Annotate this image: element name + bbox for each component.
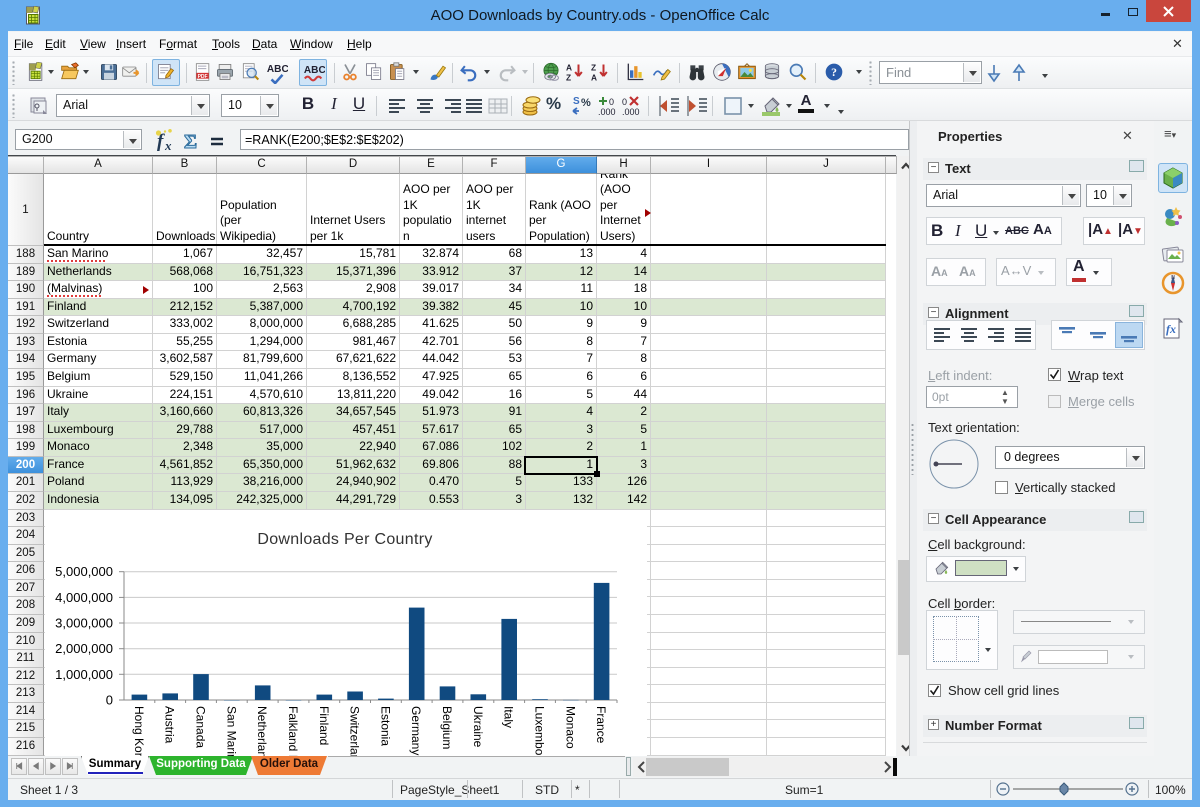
- svg-text:Canada: Canada: [194, 706, 208, 748]
- svg-text:Ukraine: Ukraine: [471, 706, 485, 748]
- svg-text:1,000,000: 1,000,000: [55, 667, 113, 682]
- svg-text:S: S: [573, 96, 580, 107]
- svg-text:Finland: Finland: [317, 706, 331, 745]
- svg-text:0: 0: [106, 693, 113, 708]
- svg-text:4,000,000: 4,000,000: [55, 590, 113, 605]
- svg-text:Falkland Islands: Falkland Islands: [286, 706, 300, 756]
- svg-text:Belgium: Belgium: [440, 706, 454, 749]
- svg-text:A: A: [591, 72, 597, 82]
- svg-text:Estonia: Estonia: [378, 706, 392, 746]
- svg-text:Germany: Germany: [409, 706, 423, 755]
- svg-text:Z: Z: [591, 62, 596, 72]
- svg-text:PDF: PDF: [198, 74, 208, 80]
- svg-text:Z: Z: [566, 72, 571, 82]
- svg-text:Netherlands: Netherlands: [255, 706, 269, 756]
- svg-text:N: N: [1171, 275, 1175, 281]
- svg-text:Σ: Σ: [184, 131, 197, 152]
- svg-text:3,000,000: 3,000,000: [55, 616, 113, 631]
- svg-text:Luxembourg: Luxembourg: [533, 706, 547, 756]
- svg-text:f: f: [157, 131, 165, 152]
- svg-text:Austria: Austria: [163, 706, 177, 744]
- svg-text:2,000,000: 2,000,000: [55, 641, 113, 656]
- svg-text:5,000,000: 5,000,000: [55, 564, 113, 579]
- svg-text:Italy: Italy: [502, 706, 516, 728]
- svg-text:.000: .000: [598, 107, 616, 117]
- svg-text:Monaco: Monaco: [563, 706, 577, 749]
- svg-text:Hong Kong: Hong Kong: [132, 706, 146, 756]
- svg-text:fx: fx: [1166, 322, 1176, 336]
- svg-text:ABC: ABC: [267, 64, 288, 75]
- svg-text:San Marino: San Marino: [224, 706, 238, 756]
- svg-text:A: A: [566, 62, 572, 72]
- svg-text:?: ?: [831, 66, 837, 79]
- svg-text:Switzerland: Switzerland: [348, 706, 362, 756]
- svg-text:ABC: ABC: [304, 65, 325, 76]
- svg-text:0: 0: [622, 97, 627, 107]
- svg-text:France: France: [594, 706, 608, 744]
- svg-text:0: 0: [609, 97, 614, 107]
- svg-text:%: %: [581, 97, 591, 109]
- svg-text:x: x: [164, 138, 172, 152]
- svg-text:.000: .000: [622, 107, 640, 117]
